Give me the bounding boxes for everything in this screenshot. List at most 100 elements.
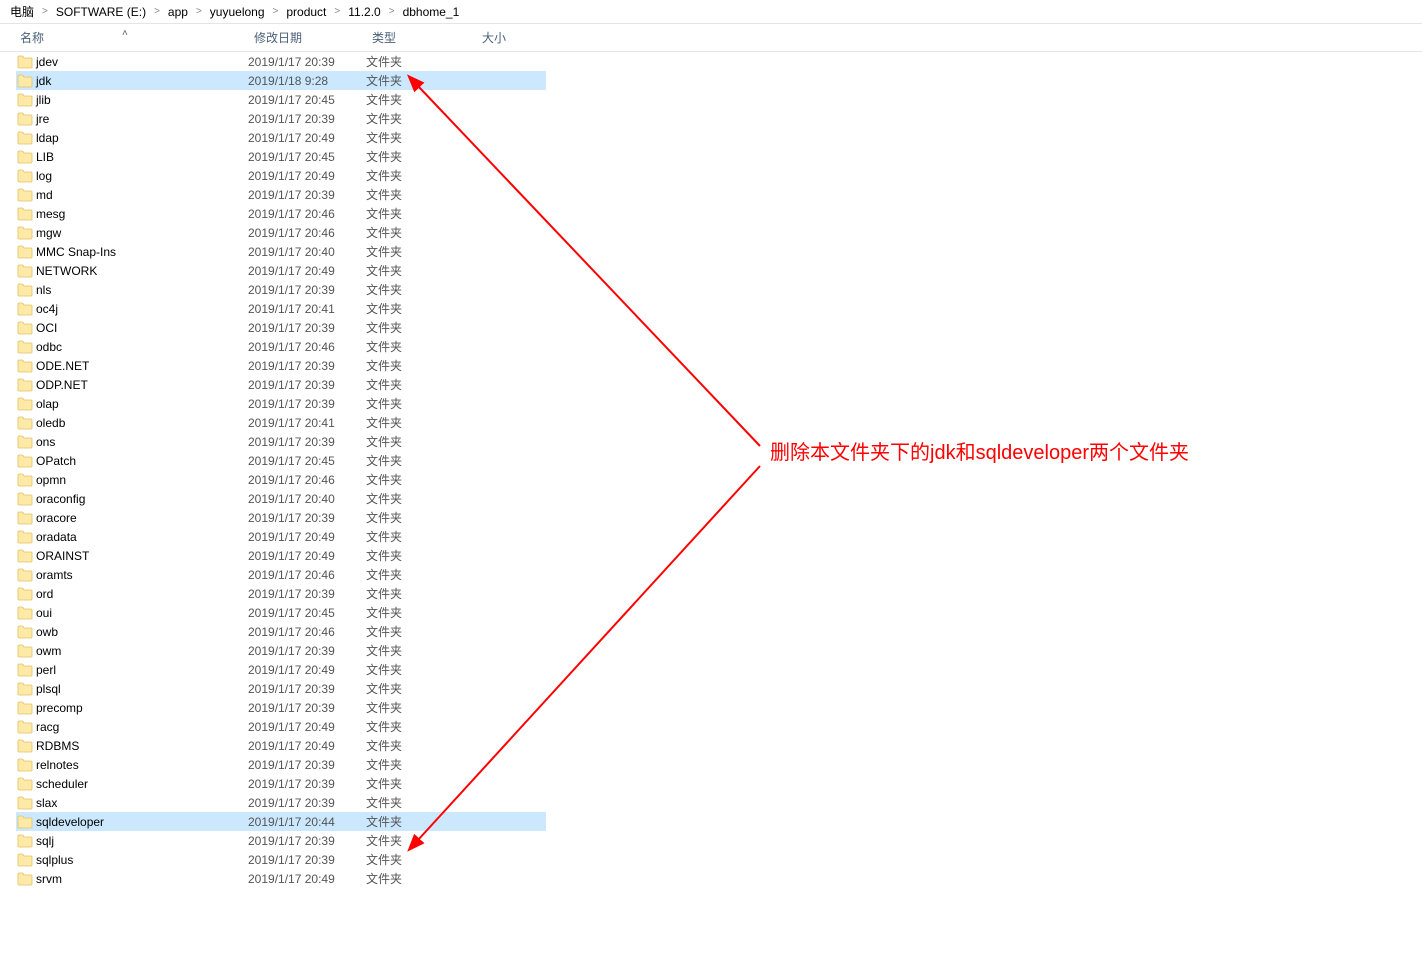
file-name: precomp (34, 701, 248, 715)
file-type: 文件夹 (366, 680, 476, 697)
table-row[interactable]: OCI2019/1/17 20:39文件夹 (16, 318, 546, 337)
table-row[interactable]: oc4j2019/1/17 20:41文件夹 (16, 299, 546, 318)
chevron-right-icon: > (330, 6, 344, 17)
file-name: oradata (34, 530, 248, 544)
table-row[interactable]: md2019/1/17 20:39文件夹 (16, 185, 546, 204)
table-row[interactable]: oracore2019/1/17 20:39文件夹 (16, 508, 546, 527)
folder-icon (16, 852, 34, 868)
table-row[interactable]: slax2019/1/17 20:39文件夹 (16, 793, 546, 812)
file-name: sqlj (34, 834, 248, 848)
folder-icon (16, 776, 34, 792)
folder-icon (16, 358, 34, 374)
table-row[interactable]: sqldeveloper2019/1/17 20:44文件夹 (16, 812, 546, 831)
folder-icon (16, 73, 34, 89)
file-name: MMC Snap-Ins (34, 245, 248, 259)
file-name: oracore (34, 511, 248, 525)
table-row[interactable]: srvm2019/1/17 20:49文件夹 (16, 869, 546, 888)
table-row[interactable]: racg2019/1/17 20:49文件夹 (16, 717, 546, 736)
table-row[interactable]: perl2019/1/17 20:49文件夹 (16, 660, 546, 679)
table-row[interactable]: RDBMS2019/1/17 20:49文件夹 (16, 736, 546, 755)
table-row[interactable]: oledb2019/1/17 20:41文件夹 (16, 413, 546, 432)
table-row[interactable]: precomp2019/1/17 20:39文件夹 (16, 698, 546, 717)
table-row[interactable]: odbc2019/1/17 20:46文件夹 (16, 337, 546, 356)
folder-icon (16, 605, 34, 621)
file-name: ldap (34, 131, 248, 145)
table-row[interactable]: oui2019/1/17 20:45文件夹 (16, 603, 546, 622)
file-date: 2019/1/17 20:39 (248, 511, 366, 525)
table-row[interactable]: sqlplus2019/1/17 20:39文件夹 (16, 850, 546, 869)
column-header-date[interactable]: 修改日期 (248, 29, 366, 46)
table-row[interactable]: nls2019/1/17 20:39文件夹 (16, 280, 546, 299)
file-type: 文件夹 (366, 794, 476, 811)
file-name: OPatch (34, 454, 248, 468)
table-row[interactable]: ODE.NET2019/1/17 20:39文件夹 (16, 356, 546, 375)
table-row[interactable]: scheduler2019/1/17 20:39文件夹 (16, 774, 546, 793)
table-row[interactable]: OPatch2019/1/17 20:45文件夹 (16, 451, 546, 470)
table-row[interactable]: ORAINST2019/1/17 20:49文件夹 (16, 546, 546, 565)
breadcrumb[interactable]: 电脑>SOFTWARE (E:)>app>yuyuelong>product>1… (0, 0, 1422, 24)
file-name: log (34, 169, 248, 183)
table-row[interactable]: olap2019/1/17 20:39文件夹 (16, 394, 546, 413)
table-row[interactable]: jre2019/1/17 20:39文件夹 (16, 109, 546, 128)
breadcrumb-item[interactable]: 11.2.0 (344, 5, 384, 19)
file-name: oramts (34, 568, 248, 582)
breadcrumb-item[interactable]: app (164, 5, 192, 19)
table-row[interactable]: owb2019/1/17 20:46文件夹 (16, 622, 546, 641)
file-type: 文件夹 (366, 642, 476, 659)
table-row[interactable]: oramts2019/1/17 20:46文件夹 (16, 565, 546, 584)
table-row[interactable]: NETWORK2019/1/17 20:49文件夹 (16, 261, 546, 280)
breadcrumb-item[interactable]: SOFTWARE (E:) (52, 5, 150, 19)
table-row[interactable]: relnotes2019/1/17 20:39文件夹 (16, 755, 546, 774)
file-list[interactable]: jdev2019/1/17 20:39文件夹jdk2019/1/18 9:28文… (0, 52, 1422, 888)
file-date: 2019/1/17 20:46 (248, 340, 366, 354)
file-name: ons (34, 435, 248, 449)
folder-icon (16, 377, 34, 393)
file-date: 2019/1/17 20:45 (248, 93, 366, 107)
file-date: 2019/1/17 20:39 (248, 283, 366, 297)
file-date: 2019/1/17 20:39 (248, 796, 366, 810)
table-row[interactable]: jlib2019/1/17 20:45文件夹 (16, 90, 546, 109)
folder-icon (16, 434, 34, 450)
table-row[interactable]: ord2019/1/17 20:39文件夹 (16, 584, 546, 603)
table-row[interactable]: plsql2019/1/17 20:39文件夹 (16, 679, 546, 698)
column-header-type[interactable]: 类型 (366, 29, 476, 46)
table-row[interactable]: ons2019/1/17 20:39文件夹 (16, 432, 546, 451)
file-date: 2019/1/17 20:39 (248, 644, 366, 658)
file-type: 文件夹 (366, 357, 476, 374)
breadcrumb-item[interactable]: 电脑 (6, 3, 38, 20)
table-row[interactable]: ldap2019/1/17 20:49文件夹 (16, 128, 546, 147)
table-row[interactable]: jdev2019/1/17 20:39文件夹 (16, 52, 546, 71)
table-row[interactable]: oradata2019/1/17 20:49文件夹 (16, 527, 546, 546)
table-row[interactable]: oraconfig2019/1/17 20:40文件夹 (16, 489, 546, 508)
table-row[interactable]: sqlj2019/1/17 20:39文件夹 (16, 831, 546, 850)
breadcrumb-item[interactable]: yuyuelong (206, 5, 269, 19)
file-name: slax (34, 796, 248, 810)
table-row[interactable]: mesg2019/1/17 20:46文件夹 (16, 204, 546, 223)
file-date: 2019/1/17 20:49 (248, 663, 366, 677)
table-row[interactable]: MMC Snap-Ins2019/1/17 20:40文件夹 (16, 242, 546, 261)
file-type: 文件夹 (366, 813, 476, 830)
breadcrumb-item[interactable]: product (282, 5, 330, 19)
file-type: 文件夹 (366, 167, 476, 184)
table-row[interactable]: owm2019/1/17 20:39文件夹 (16, 641, 546, 660)
chevron-right-icon: > (269, 6, 283, 17)
folder-icon (16, 244, 34, 260)
file-date: 2019/1/17 20:40 (248, 245, 366, 259)
folder-icon (16, 567, 34, 583)
column-header-name[interactable]: 名称 (14, 29, 248, 46)
file-name: OCI (34, 321, 248, 335)
file-type: 文件夹 (366, 490, 476, 507)
table-row[interactable]: log2019/1/17 20:49文件夹 (16, 166, 546, 185)
table-row[interactable]: opmn2019/1/17 20:46文件夹 (16, 470, 546, 489)
file-date: 2019/1/17 20:39 (248, 777, 366, 791)
table-row[interactable]: jdk2019/1/18 9:28文件夹 (16, 71, 546, 90)
breadcrumb-item[interactable]: dbhome_1 (399, 5, 464, 19)
file-date: 2019/1/17 20:39 (248, 758, 366, 772)
file-name: oui (34, 606, 248, 620)
table-row[interactable]: ODP.NET2019/1/17 20:39文件夹 (16, 375, 546, 394)
table-row[interactable]: mgw2019/1/17 20:46文件夹 (16, 223, 546, 242)
folder-icon (16, 681, 34, 697)
file-date: 2019/1/17 20:39 (248, 112, 366, 126)
table-row[interactable]: LIB2019/1/17 20:45文件夹 (16, 147, 546, 166)
column-header-size[interactable]: 大小 (476, 29, 546, 46)
